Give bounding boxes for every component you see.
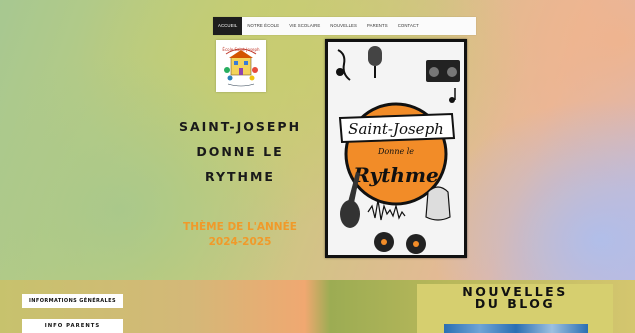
nav-item-nouvelles[interactable]: NOUVELLES — [325, 17, 362, 35]
theme-line-1: THÈME DE L'ANNÉE — [183, 221, 297, 233]
theme-line-2: 2024-2025 — [208, 236, 272, 248]
school-logo-image: École Saint-Joseph — [222, 47, 260, 87]
main-navigation: ACCUEIL NOTRE ÉCOLE VIE SCOLAIRE NOUVELL… — [213, 17, 476, 35]
theme-of-year: THÈME DE L'ANNÉE 2024-2025 — [160, 220, 320, 250]
informations-generales-button[interactable]: INFORMATIONS GÉNÉRALES — [22, 294, 123, 308]
theme-poster-art: Saint-Joseph Donne le Rythme — [336, 46, 460, 254]
nav-item-contact[interactable]: CONTACT — [393, 17, 424, 35]
poster-line-1: Saint-Joseph — [348, 120, 444, 138]
info-parents-button[interactable]: INFO PARENTS — [22, 319, 123, 333]
blog-title: NOUVELLES DU BLOG — [417, 285, 613, 311]
blog-news-panel[interactable]: NOUVELLES DU BLOG — [417, 284, 613, 333]
theme-poster: Saint-Joseph Donne le Rythme — [325, 39, 467, 258]
blog-preview-image[interactable] — [444, 324, 588, 333]
nav-item-notre-ecole[interactable]: NOTRE ÉCOLE — [242, 17, 284, 35]
nav-item-vie-scolaire[interactable]: VIE SCOLAIRE — [284, 17, 325, 35]
hero-title: SAINT-JOSEPH DONNE LE RYTHME — [160, 114, 320, 189]
poster-line-2: Donne le — [377, 147, 414, 156]
hero-title-line-2: DONNE LE — [196, 144, 284, 159]
nav-item-parents[interactable]: PARENTS — [362, 17, 393, 35]
poster-line-3: Rythme — [352, 163, 439, 187]
hero-title-line-1: SAINT-JOSEPH — [178, 119, 302, 134]
blog-title-line-2: DU BLOG — [474, 296, 556, 311]
hero-title-line-3: RYTHME — [205, 169, 275, 184]
school-logo[interactable]: École Saint-Joseph — [216, 40, 266, 92]
nav-item-accueil[interactable]: ACCUEIL — [213, 17, 243, 35]
